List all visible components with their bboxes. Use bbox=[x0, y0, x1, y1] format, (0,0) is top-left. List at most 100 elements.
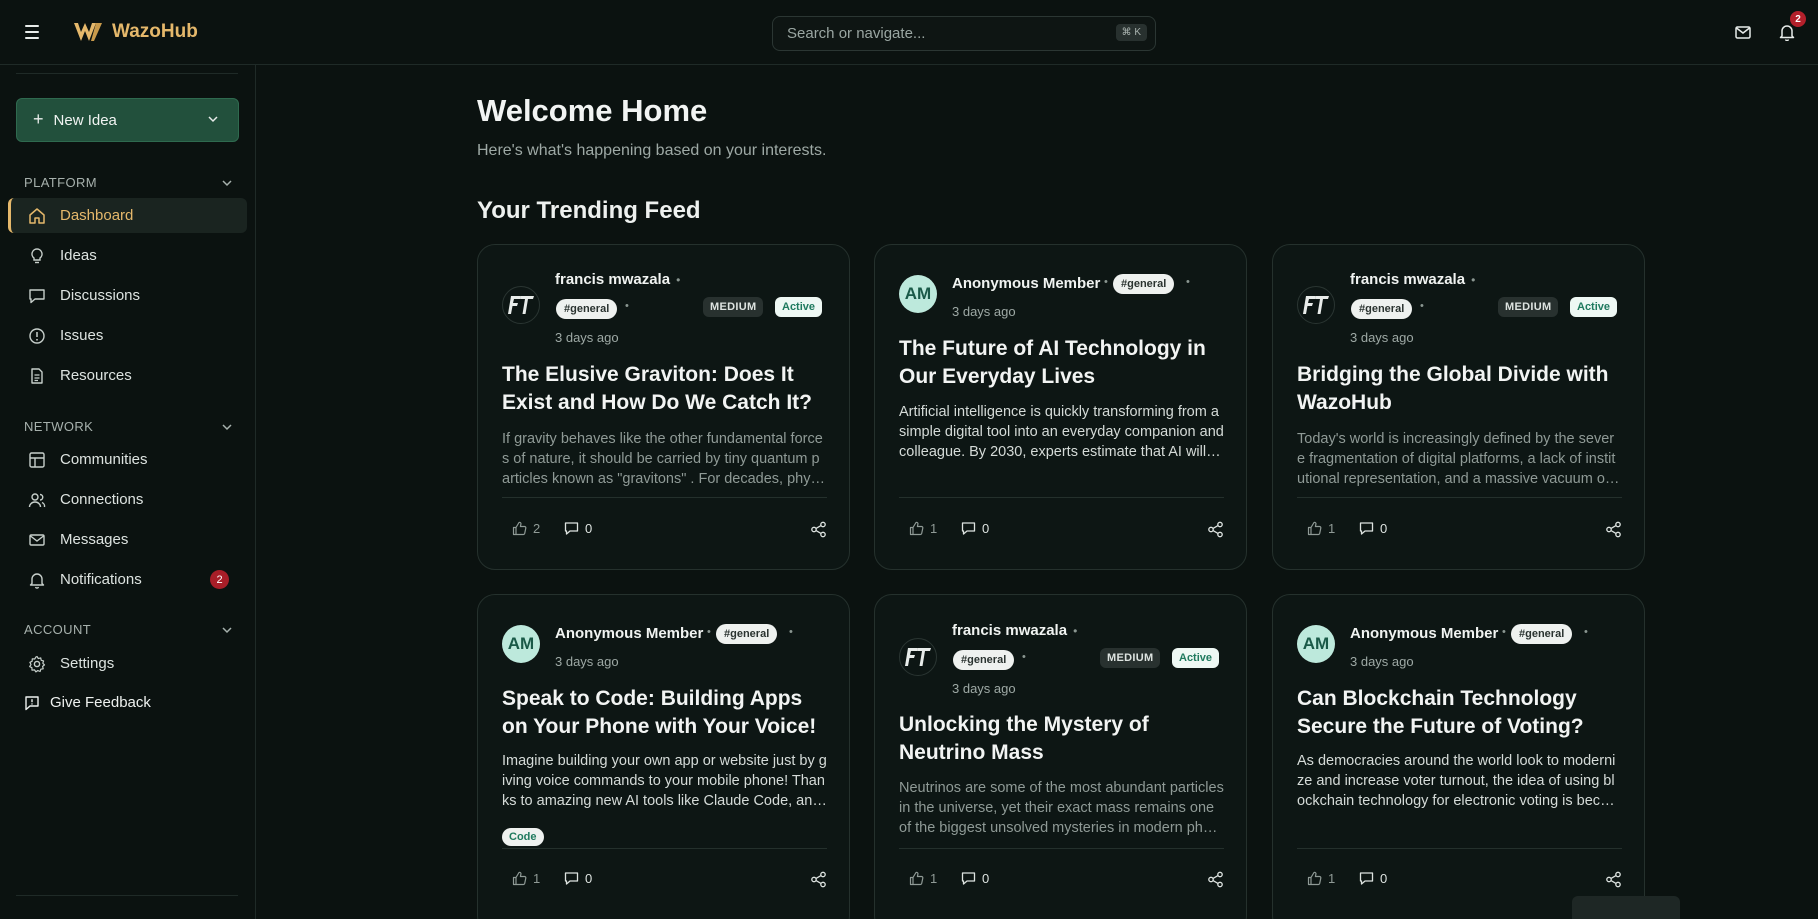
sidebar-item-resources[interactable]: Resources bbox=[8, 358, 247, 393]
sidebar-item-ideas[interactable]: Ideas bbox=[8, 238, 247, 273]
sidebar-item-issues[interactable]: Issues bbox=[8, 318, 247, 353]
author-name[interactable]: Anonymous Member bbox=[555, 625, 703, 642]
comment-button[interactable]: 0 bbox=[564, 871, 592, 886]
like-count: 1 bbox=[930, 871, 938, 886]
sidebar-item-messages[interactable]: Messages bbox=[8, 522, 247, 557]
like-count: 2 bbox=[533, 521, 541, 536]
feed-card[interactable]: francis mwazala • #general • MEDIUM Activ… bbox=[1272, 244, 1645, 570]
sidebar-item-discussions[interactable]: Discussions bbox=[8, 278, 247, 313]
separator-dot: • bbox=[1420, 300, 1424, 312]
card-title[interactable]: Speak to Code: Building Apps on Your Pho… bbox=[502, 685, 827, 741]
network-section-header[interactable]: NETWORK bbox=[24, 419, 234, 434]
account-section-header[interactable]: ACCOUNT bbox=[24, 622, 234, 637]
tag-chip[interactable]: #general bbox=[953, 650, 1015, 670]
like-button[interactable]: 1 bbox=[909, 871, 937, 886]
sidebar-item-communities[interactable]: Communities bbox=[8, 442, 247, 477]
author-name[interactable]: francis mwazala • bbox=[952, 622, 1077, 639]
tag-chip[interactable]: #general bbox=[1511, 624, 1573, 644]
share-icon[interactable] bbox=[810, 521, 827, 543]
share-icon[interactable] bbox=[1605, 871, 1622, 893]
divider bbox=[502, 848, 827, 849]
section-label: NETWORK bbox=[24, 419, 94, 434]
chevron-down-icon bbox=[222, 179, 232, 186]
app-title: WazoHub bbox=[112, 21, 198, 42]
new-idea-label: New Idea bbox=[53, 111, 117, 129]
comment-button[interactable]: 0 bbox=[1359, 521, 1387, 536]
author-name[interactable]: francis mwazala • bbox=[555, 271, 680, 288]
card-title[interactable]: Unlocking the Mystery of Neutrino Mass bbox=[899, 711, 1224, 767]
separator-dot: • bbox=[1471, 273, 1476, 287]
users-icon bbox=[28, 491, 46, 509]
like-button[interactable]: 1 bbox=[909, 521, 937, 536]
like-count: 1 bbox=[1328, 521, 1336, 536]
feed-card[interactable]: AM Anonymous Member • #general • 3 days … bbox=[477, 594, 850, 919]
like-button[interactable]: 1 bbox=[1307, 521, 1335, 536]
lightbulb-icon bbox=[28, 247, 46, 265]
comment-button[interactable]: 0 bbox=[961, 521, 989, 536]
comment-button[interactable]: 0 bbox=[564, 521, 592, 536]
logo[interactable]: WazoHub bbox=[72, 19, 198, 45]
comment-icon bbox=[1359, 522, 1374, 535]
search-shortcut: ⌘ K bbox=[1115, 24, 1147, 41]
feed-card[interactable]: francis mwazala • #general • MEDIUM Activ… bbox=[477, 244, 850, 570]
menu-icon[interactable] bbox=[22, 22, 42, 42]
author-name[interactable]: Anonymous Member bbox=[1350, 625, 1498, 642]
card-title[interactable]: Can Blockchain Technology Secure the Fut… bbox=[1297, 685, 1622, 741]
avatar[interactable] bbox=[502, 286, 540, 324]
platform-section-header[interactable]: PLATFORM bbox=[24, 175, 234, 190]
avatar[interactable] bbox=[899, 638, 937, 676]
avatar[interactable]: AM bbox=[1297, 625, 1335, 663]
card-excerpt: As democracies around the world look to … bbox=[1297, 753, 1621, 809]
author-name[interactable]: Anonymous Member bbox=[952, 275, 1100, 292]
sidebar-item-notifications[interactable]: Notifications 2 bbox=[8, 562, 247, 597]
sidebar-item-dashboard[interactable]: Dashboard bbox=[8, 198, 247, 233]
divider bbox=[1297, 848, 1622, 849]
sidebar-item-connections[interactable]: Connections bbox=[8, 482, 247, 517]
topic-chip[interactable]: Code bbox=[502, 828, 544, 846]
card-title[interactable]: Bridging the Global Divide with WazoHub bbox=[1297, 361, 1622, 417]
mail-icon[interactable] bbox=[1733, 22, 1753, 42]
search-input[interactable] bbox=[787, 25, 1107, 42]
feed-card[interactable]: francis mwazala • #general • MEDIUM Activ… bbox=[874, 594, 1247, 919]
share-icon[interactable] bbox=[1207, 871, 1224, 893]
tag-chip[interactable]: #general bbox=[1113, 274, 1175, 294]
share-icon[interactable] bbox=[1605, 521, 1622, 543]
floating-toast-edge bbox=[1572, 896, 1680, 919]
chevron-down-icon[interactable] bbox=[206, 112, 220, 126]
share-icon[interactable] bbox=[810, 871, 827, 893]
separator-dot: • bbox=[789, 626, 793, 638]
feed-card[interactable]: AM Anonymous Member #general • • 3 days … bbox=[874, 244, 1247, 570]
mail-icon bbox=[28, 531, 46, 549]
tag-chip[interactable]: #general bbox=[1351, 299, 1413, 319]
card-title[interactable]: The Future of AI Technology in Our Every… bbox=[899, 335, 1224, 391]
new-idea-button[interactable]: + New Idea bbox=[16, 98, 239, 142]
sidebar-item-settings[interactable]: Settings bbox=[8, 646, 247, 681]
like-button[interactable]: 1 bbox=[1307, 871, 1335, 886]
comment-button[interactable]: 0 bbox=[961, 871, 989, 886]
search-bar[interactable]: ⌘ K bbox=[772, 16, 1156, 51]
wazohub-logo-icon bbox=[74, 23, 102, 41]
gear-icon bbox=[28, 655, 46, 673]
card-title[interactable]: The Elusive Graviton: Does It Exist and … bbox=[502, 361, 827, 417]
feed-card[interactable]: AM Anonymous Member • #general • 3 days … bbox=[1272, 594, 1645, 919]
author-name-text: Anonymous Member bbox=[1350, 625, 1499, 642]
author-name-text: Anonymous Member bbox=[952, 275, 1101, 292]
author-name[interactable]: francis mwazala • bbox=[1350, 271, 1475, 288]
layout-grid-icon bbox=[28, 451, 46, 469]
separator-dot: • bbox=[1073, 624, 1078, 638]
tag-chip[interactable]: #general bbox=[556, 299, 618, 319]
avatar[interactable] bbox=[1297, 286, 1335, 324]
give-feedback-button[interactable]: Give Feedback bbox=[24, 694, 151, 711]
share-icon[interactable] bbox=[1207, 521, 1224, 543]
sidebar-item-label: Notifications bbox=[60, 571, 142, 588]
author-name-text: Anonymous Member bbox=[555, 625, 704, 642]
chevron-down-icon bbox=[222, 423, 232, 430]
sidebar-item-label: Settings bbox=[60, 655, 115, 672]
bell-icon[interactable]: 2 bbox=[1777, 11, 1806, 42]
comment-button[interactable]: 0 bbox=[1359, 871, 1387, 886]
like-button[interactable]: 1 bbox=[512, 871, 540, 886]
avatar[interactable]: AM bbox=[502, 625, 540, 663]
like-button[interactable]: 2 bbox=[512, 521, 540, 536]
tag-chip[interactable]: #general bbox=[716, 624, 778, 644]
avatar[interactable]: AM bbox=[899, 275, 937, 313]
